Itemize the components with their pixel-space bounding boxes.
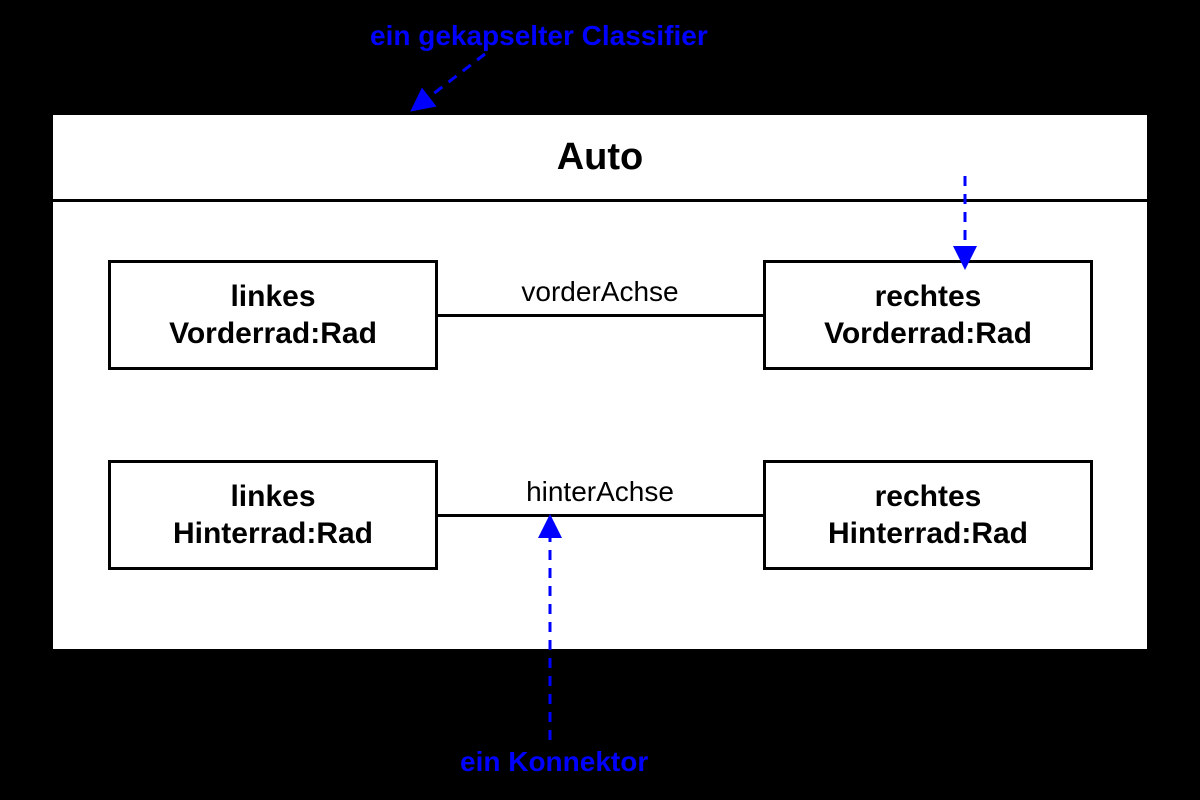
connector-front-label: vorderAchse	[521, 276, 678, 308]
part-front-left: linkes Vorderrad:Rad	[108, 260, 438, 370]
part-rear-right: rechtes Hinterrad:Rad	[763, 460, 1093, 570]
connector-rear-label: hinterAchse	[526, 476, 674, 508]
part-label-line: Vorderrad:Rad	[169, 315, 377, 353]
connector-rear-axle	[438, 514, 763, 517]
annotation-classifier: ein gekapselter Classifier	[370, 20, 708, 52]
part-rear-left: linkes Hinterrad:Rad	[108, 460, 438, 570]
classifier-title: Auto	[53, 115, 1147, 202]
part-label-line: Vorderrad:Rad	[824, 315, 1032, 353]
part-front-right: rechtes Vorderrad:Rad	[763, 260, 1093, 370]
part-label-line: rechtes	[875, 278, 982, 316]
part-label-line: Hinterrad:Rad	[173, 515, 373, 553]
part-label-line: linkes	[230, 278, 315, 316]
connector-front-axle	[438, 314, 763, 317]
part-label-line: linkes	[230, 478, 315, 516]
arrow-classifier-icon	[415, 54, 485, 108]
classifier-auto: Auto linkes Vorderrad:Rad rechtes Vorder…	[50, 112, 1150, 652]
annotation-connector: ein Konnektor	[460, 746, 648, 778]
classifier-compartment: linkes Vorderrad:Rad rechtes Vorderrad:R…	[53, 202, 1147, 652]
part-label-line: Hinterrad:Rad	[828, 515, 1028, 553]
part-label-line: rechtes	[875, 478, 982, 516]
